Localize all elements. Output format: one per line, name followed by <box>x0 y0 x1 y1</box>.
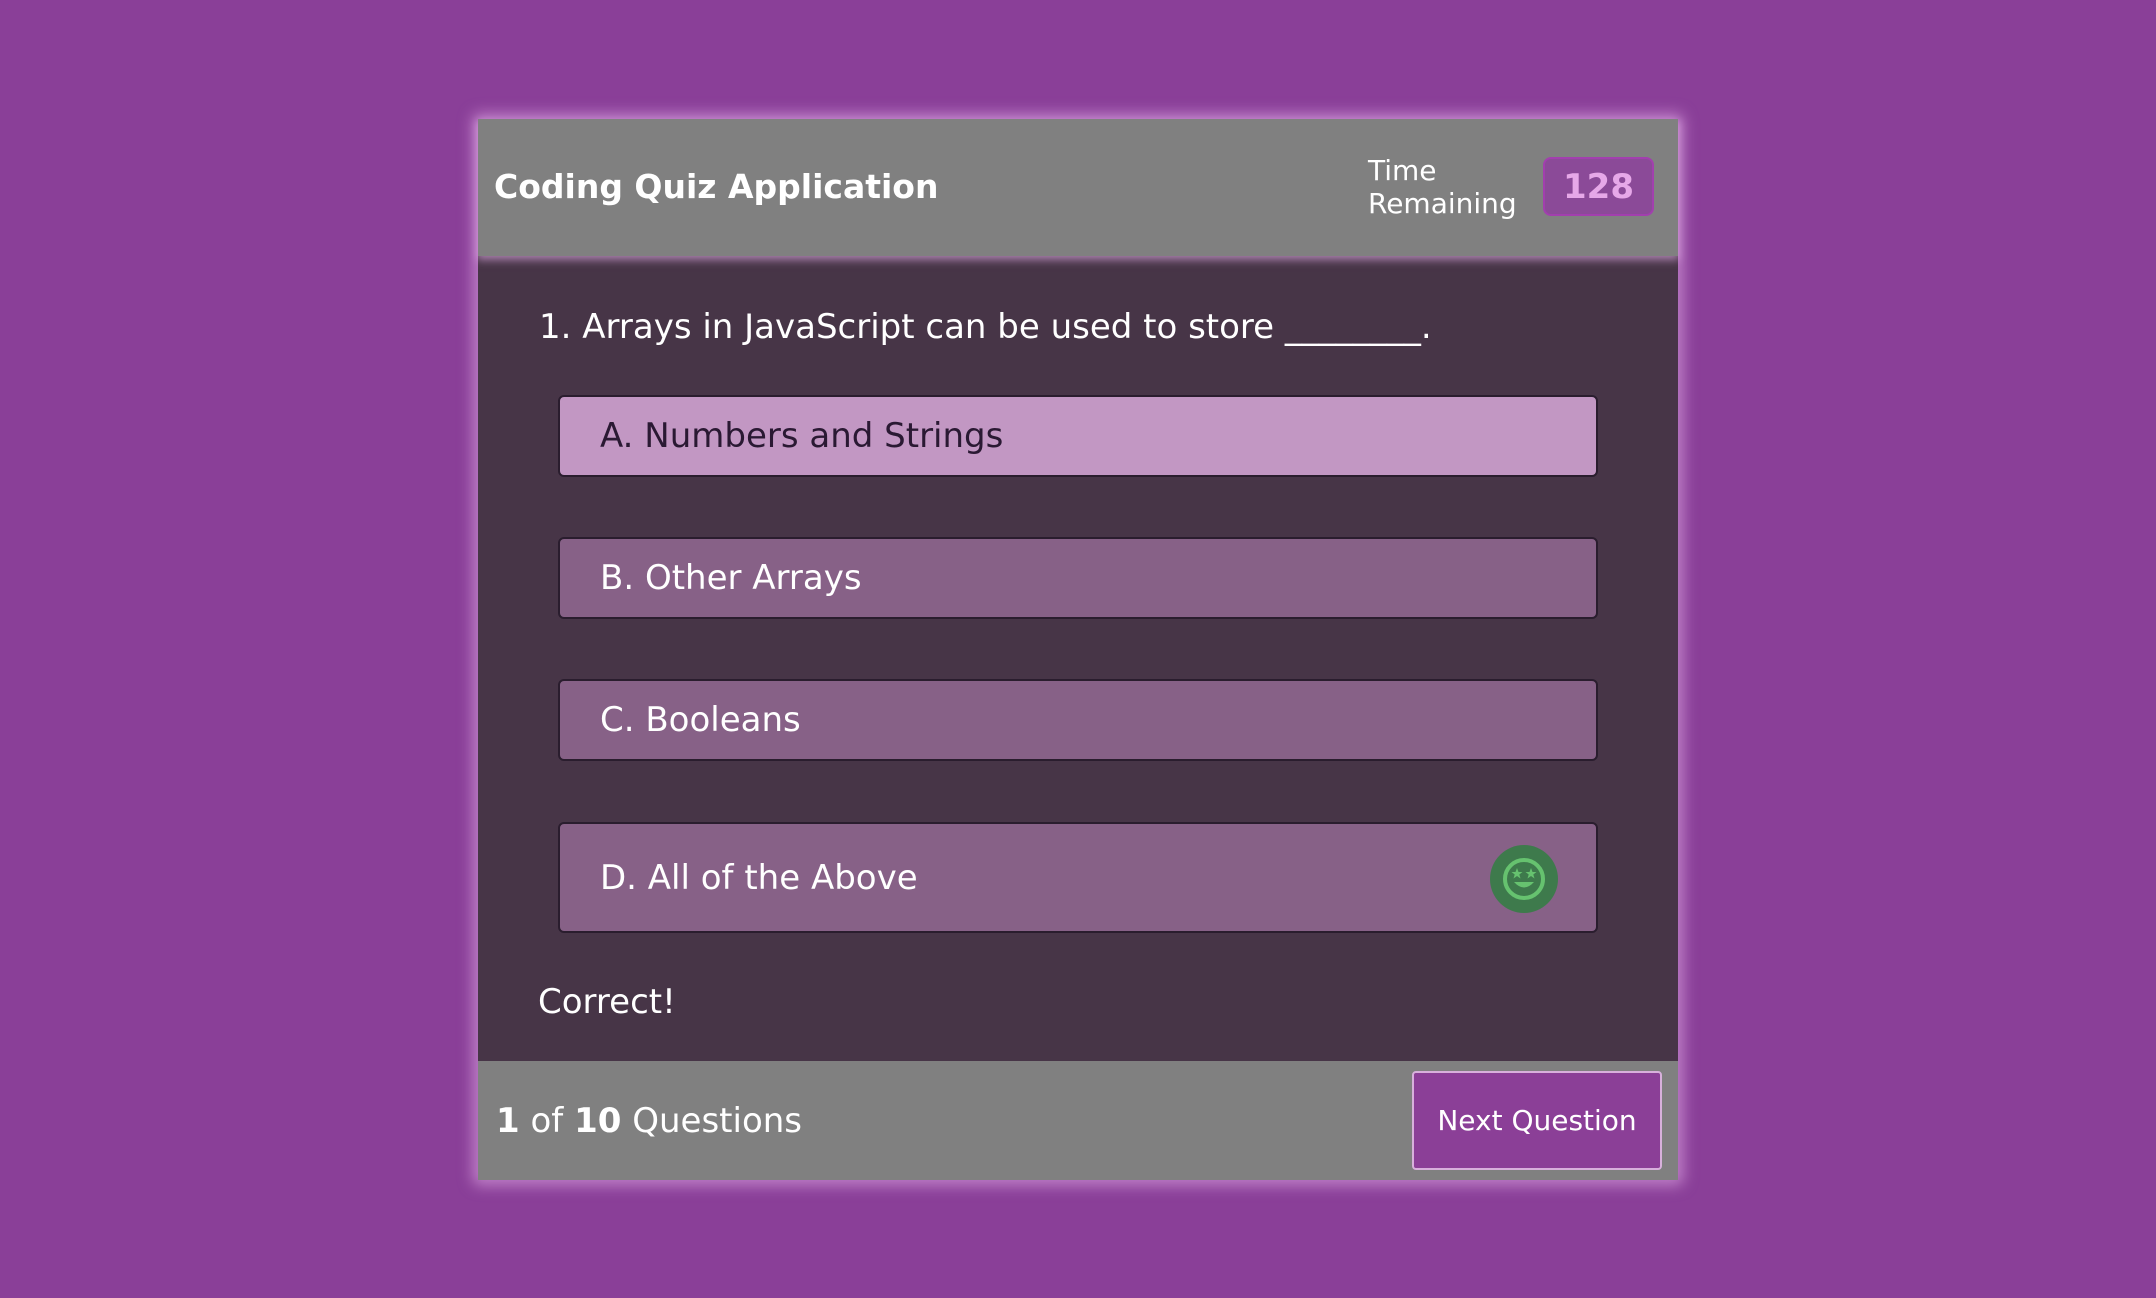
option-label: D. All of the Above <box>600 857 918 898</box>
option-b[interactable]: B. Other Arrays <box>558 537 1598 619</box>
timer-label: Time Remaining <box>1368 154 1517 220</box>
counter-of: of <box>530 1101 564 1141</box>
option-label: A. Numbers and Strings <box>600 416 1004 456</box>
footer: 1 of 10 Questions Next Question <box>478 1061 1678 1180</box>
star-eyes-smiley-icon <box>1490 845 1558 913</box>
current-question-number: 1 <box>496 1101 520 1141</box>
option-a[interactable]: A. Numbers and Strings <box>558 395 1598 477</box>
header: Coding Quiz Application Time Remaining 1… <box>478 119 1678 256</box>
answer-feedback: Correct! <box>538 982 676 1022</box>
question-text: 1. Arrays in JavaScript can be used to s… <box>539 307 1432 347</box>
option-label: C. Booleans <box>600 700 801 740</box>
quiz-box: Coding Quiz Application Time Remaining 1… <box>478 119 1678 1180</box>
total-questions: 10 <box>574 1101 622 1141</box>
next-question-button[interactable]: Next Question <box>1412 1071 1662 1170</box>
timer-value: 128 <box>1543 157 1654 216</box>
option-d[interactable]: D. All of the Above <box>558 822 1598 933</box>
app-title: Coding Quiz Application <box>494 167 939 206</box>
option-label: B. Other Arrays <box>600 558 862 598</box>
counter-suffix: Questions <box>632 1101 803 1141</box>
question-counter: 1 of 10 Questions <box>496 1101 802 1141</box>
option-c[interactable]: C. Booleans <box>558 679 1598 761</box>
